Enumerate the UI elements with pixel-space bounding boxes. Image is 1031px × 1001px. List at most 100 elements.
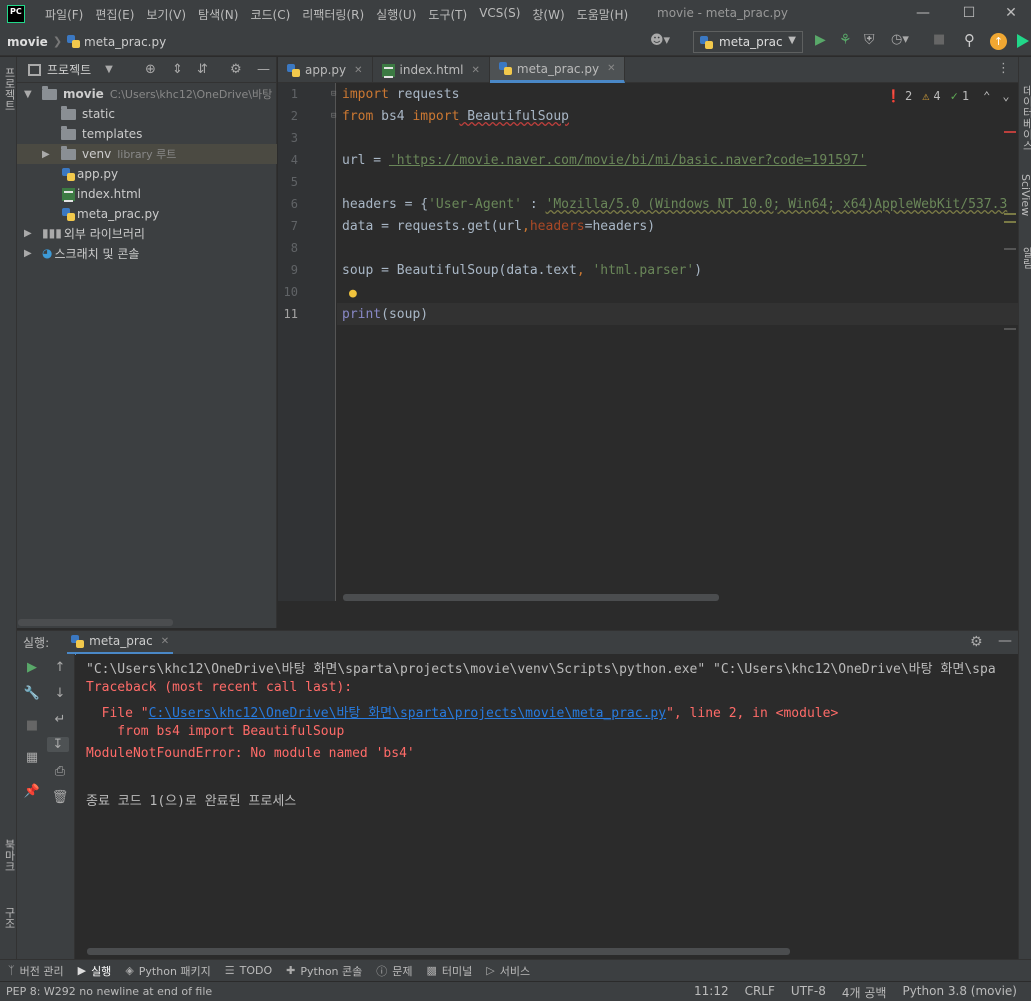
expand-all-icon[interactable]: ⇕: [172, 62, 183, 77]
file-encoding[interactable]: UTF-8: [791, 984, 826, 1001]
close-window-button[interactable]: ✕: [988, 2, 1031, 26]
next-problem-icon[interactable]: ⌄: [1002, 89, 1009, 103]
profile-icon[interactable]: ◷▾: [891, 32, 909, 47]
project-panel-title[interactable]: 프로젝트: [47, 61, 91, 78]
fold-icon[interactable]: ⊟: [331, 111, 336, 121]
tool-services[interactable]: ▷ 서비스: [486, 963, 530, 979]
menu-vcs[interactable]: VCS(S): [473, 6, 526, 23]
hide-panel-icon[interactable]: —: [998, 633, 1012, 649]
scroll-up-icon[interactable]: ↑: [49, 660, 71, 675]
tree-item-root[interactable]: ▼ movie C:\Users\khc12\OneDrive\바탕: [17, 84, 277, 104]
close-icon[interactable]: ✕: [354, 65, 362, 76]
fold-icon[interactable]: ⊟: [331, 89, 336, 99]
jetbrains-toolbox-icon[interactable]: [1017, 34, 1029, 48]
run-console[interactable]: "C:\Users\khc12\OneDrive\바탕 화면\sparta\pr…: [76, 654, 1018, 959]
tree-item-external-libraries[interactable]: ▶ ▮▮▮ 외부 라이브러리: [17, 223, 277, 243]
structure-tool-label[interactable]: 구조: [1, 907, 17, 929]
scroll-down-icon[interactable]: ↓: [49, 686, 71, 701]
code-token[interactable]: 'https://movie.naver.com/movie/bi/mi/bas…: [389, 153, 866, 168]
notifications-tool-label[interactable]: 알림: [1019, 247, 1031, 269]
warning-marker[interactable]: [1004, 213, 1016, 215]
tab-meta-prac-py[interactable]: meta_prac.py ✕: [489, 57, 626, 83]
project-scrollbar[interactable]: [18, 619, 173, 626]
gear-icon[interactable]: ⚙: [230, 62, 242, 77]
close-icon[interactable]: ✕: [472, 65, 480, 76]
trash-icon[interactable]: 🗑: [49, 790, 71, 805]
bookmarks-tool-label[interactable]: 북마크: [1, 839, 17, 872]
inspection-widget[interactable]: ❗ 2 ⚠ 4 ✓ 1 ⌃ ⌄: [886, 89, 1010, 103]
locate-icon[interactable]: ⊕: [145, 62, 156, 77]
user-icon[interactable]: ☻▾: [650, 33, 670, 48]
update-icon[interactable]: ↑: [990, 33, 1007, 50]
menu-code[interactable]: 코드(C): [244, 6, 296, 23]
menu-edit[interactable]: 편집(E): [89, 6, 140, 23]
menu-help[interactable]: 도움말(H): [571, 6, 635, 23]
run-icon[interactable]: ▶: [815, 32, 826, 48]
database-tool-label[interactable]: 데이터베이스: [1019, 85, 1031, 151]
tool-version-control[interactable]: ᛉ 버전 관리: [8, 963, 64, 979]
warning-marker[interactable]: [1004, 221, 1016, 223]
coverage-icon[interactable]: ⛨: [864, 32, 875, 48]
console-file-link[interactable]: C:\Users\khc12\OneDrive\바탕 화면\sparta\pro…: [149, 706, 666, 721]
error-marker[interactable]: [1004, 131, 1016, 133]
menu-view[interactable]: 보기(V): [140, 6, 192, 23]
python-interpreter[interactable]: Python 3.8 (movie): [902, 984, 1017, 1001]
project-tool-label[interactable]: 프로젝트: [1, 67, 17, 111]
close-icon[interactable]: ✕: [161, 636, 169, 647]
wrench-icon[interactable]: 🔧: [21, 686, 43, 701]
tree-item-templates[interactable]: templates: [17, 124, 277, 144]
run-tab-meta-prac[interactable]: meta_prac ✕: [67, 631, 174, 655]
tool-todo[interactable]: ☰ TODO: [225, 964, 272, 977]
breadcrumb-project[interactable]: movie: [7, 35, 48, 49]
menu-navigate[interactable]: 탐색(N): [192, 6, 244, 23]
console-scrollbar[interactable]: [87, 948, 790, 955]
tool-run[interactable]: ▶ 실행: [78, 963, 112, 979]
print-icon[interactable]: ⎙: [49, 764, 71, 779]
minimize-button[interactable]: —: [900, 2, 946, 26]
menu-tools[interactable]: 도구(T): [422, 6, 473, 23]
menu-refactor[interactable]: 리팩터링(R): [296, 6, 370, 23]
scroll-marker[interactable]: [1004, 248, 1016, 250]
search-icon[interactable]: ⚲: [964, 31, 975, 49]
layout-icon[interactable]: ▦: [21, 750, 43, 765]
menu-run[interactable]: 실행(U): [370, 6, 422, 23]
menu-window[interactable]: 창(W): [526, 6, 570, 23]
tree-item-index[interactable]: index.html: [17, 184, 277, 204]
sciview-tool-label[interactable]: SciView: [1019, 174, 1031, 216]
caret-position[interactable]: 11:12: [694, 984, 729, 1001]
maximize-button[interactable]: ☐: [946, 2, 992, 26]
more-options-icon[interactable]: ⋮: [997, 61, 1010, 76]
breadcrumb-file[interactable]: meta_prac.py: [84, 35, 166, 49]
menu-file[interactable]: 파일(F): [39, 6, 89, 23]
stop-icon[interactable]: ■: [21, 718, 43, 733]
editor-scrollbar[interactable]: [343, 594, 719, 601]
code-editor[interactable]: 1 2 3 4 5 6 7 8 9 10 11 ⊟ ⊟ import reque…: [278, 83, 1018, 601]
tree-item-meta[interactable]: meta_prac.py: [17, 204, 277, 224]
chevron-down-icon[interactable]: ▼: [105, 64, 113, 75]
previous-problem-icon[interactable]: ⌃: [983, 89, 990, 103]
scroll-marker[interactable]: [1004, 328, 1016, 330]
tool-terminal[interactable]: ▩ 터미널: [427, 963, 473, 979]
tree-item-scratches[interactable]: ▶ ◕ 스크래치 및 콘솔: [17, 243, 277, 263]
line-separator[interactable]: CRLF: [745, 984, 775, 1001]
tree-item-app[interactable]: app.py: [17, 164, 277, 184]
stop-icon[interactable]: ■: [933, 32, 945, 47]
tool-python-console[interactable]: ✚ Python 콘솔: [286, 963, 362, 979]
run-config-select[interactable]: meta_prac ▼: [693, 31, 803, 53]
hide-panel-icon[interactable]: —: [257, 62, 270, 77]
tree-item-venv[interactable]: ▶ venv library 루트: [17, 144, 277, 164]
collapse-all-icon[interactable]: ⇵: [197, 62, 208, 77]
indent-setting[interactable]: 4개 공백: [842, 984, 887, 1001]
gear-icon[interactable]: ⚙: [970, 634, 983, 650]
tab-app-py[interactable]: app.py ✕: [278, 57, 373, 83]
tab-index-html[interactable]: index.html ✕: [373, 57, 490, 83]
tree-item-static[interactable]: static: [17, 104, 277, 124]
soft-wrap-icon[interactable]: ↵: [49, 712, 71, 727]
tool-problems[interactable]: ⓘ 문제: [376, 963, 412, 979]
scroll-to-end-icon[interactable]: ↧: [47, 737, 69, 752]
lightbulb-icon[interactable]: ●: [349, 286, 357, 301]
debug-icon[interactable]: ⚘: [839, 32, 852, 48]
tool-python-packages[interactable]: ◈ Python 패키지: [125, 963, 210, 979]
pin-icon[interactable]: 📌: [21, 784, 43, 799]
close-icon[interactable]: ✕: [607, 63, 615, 74]
